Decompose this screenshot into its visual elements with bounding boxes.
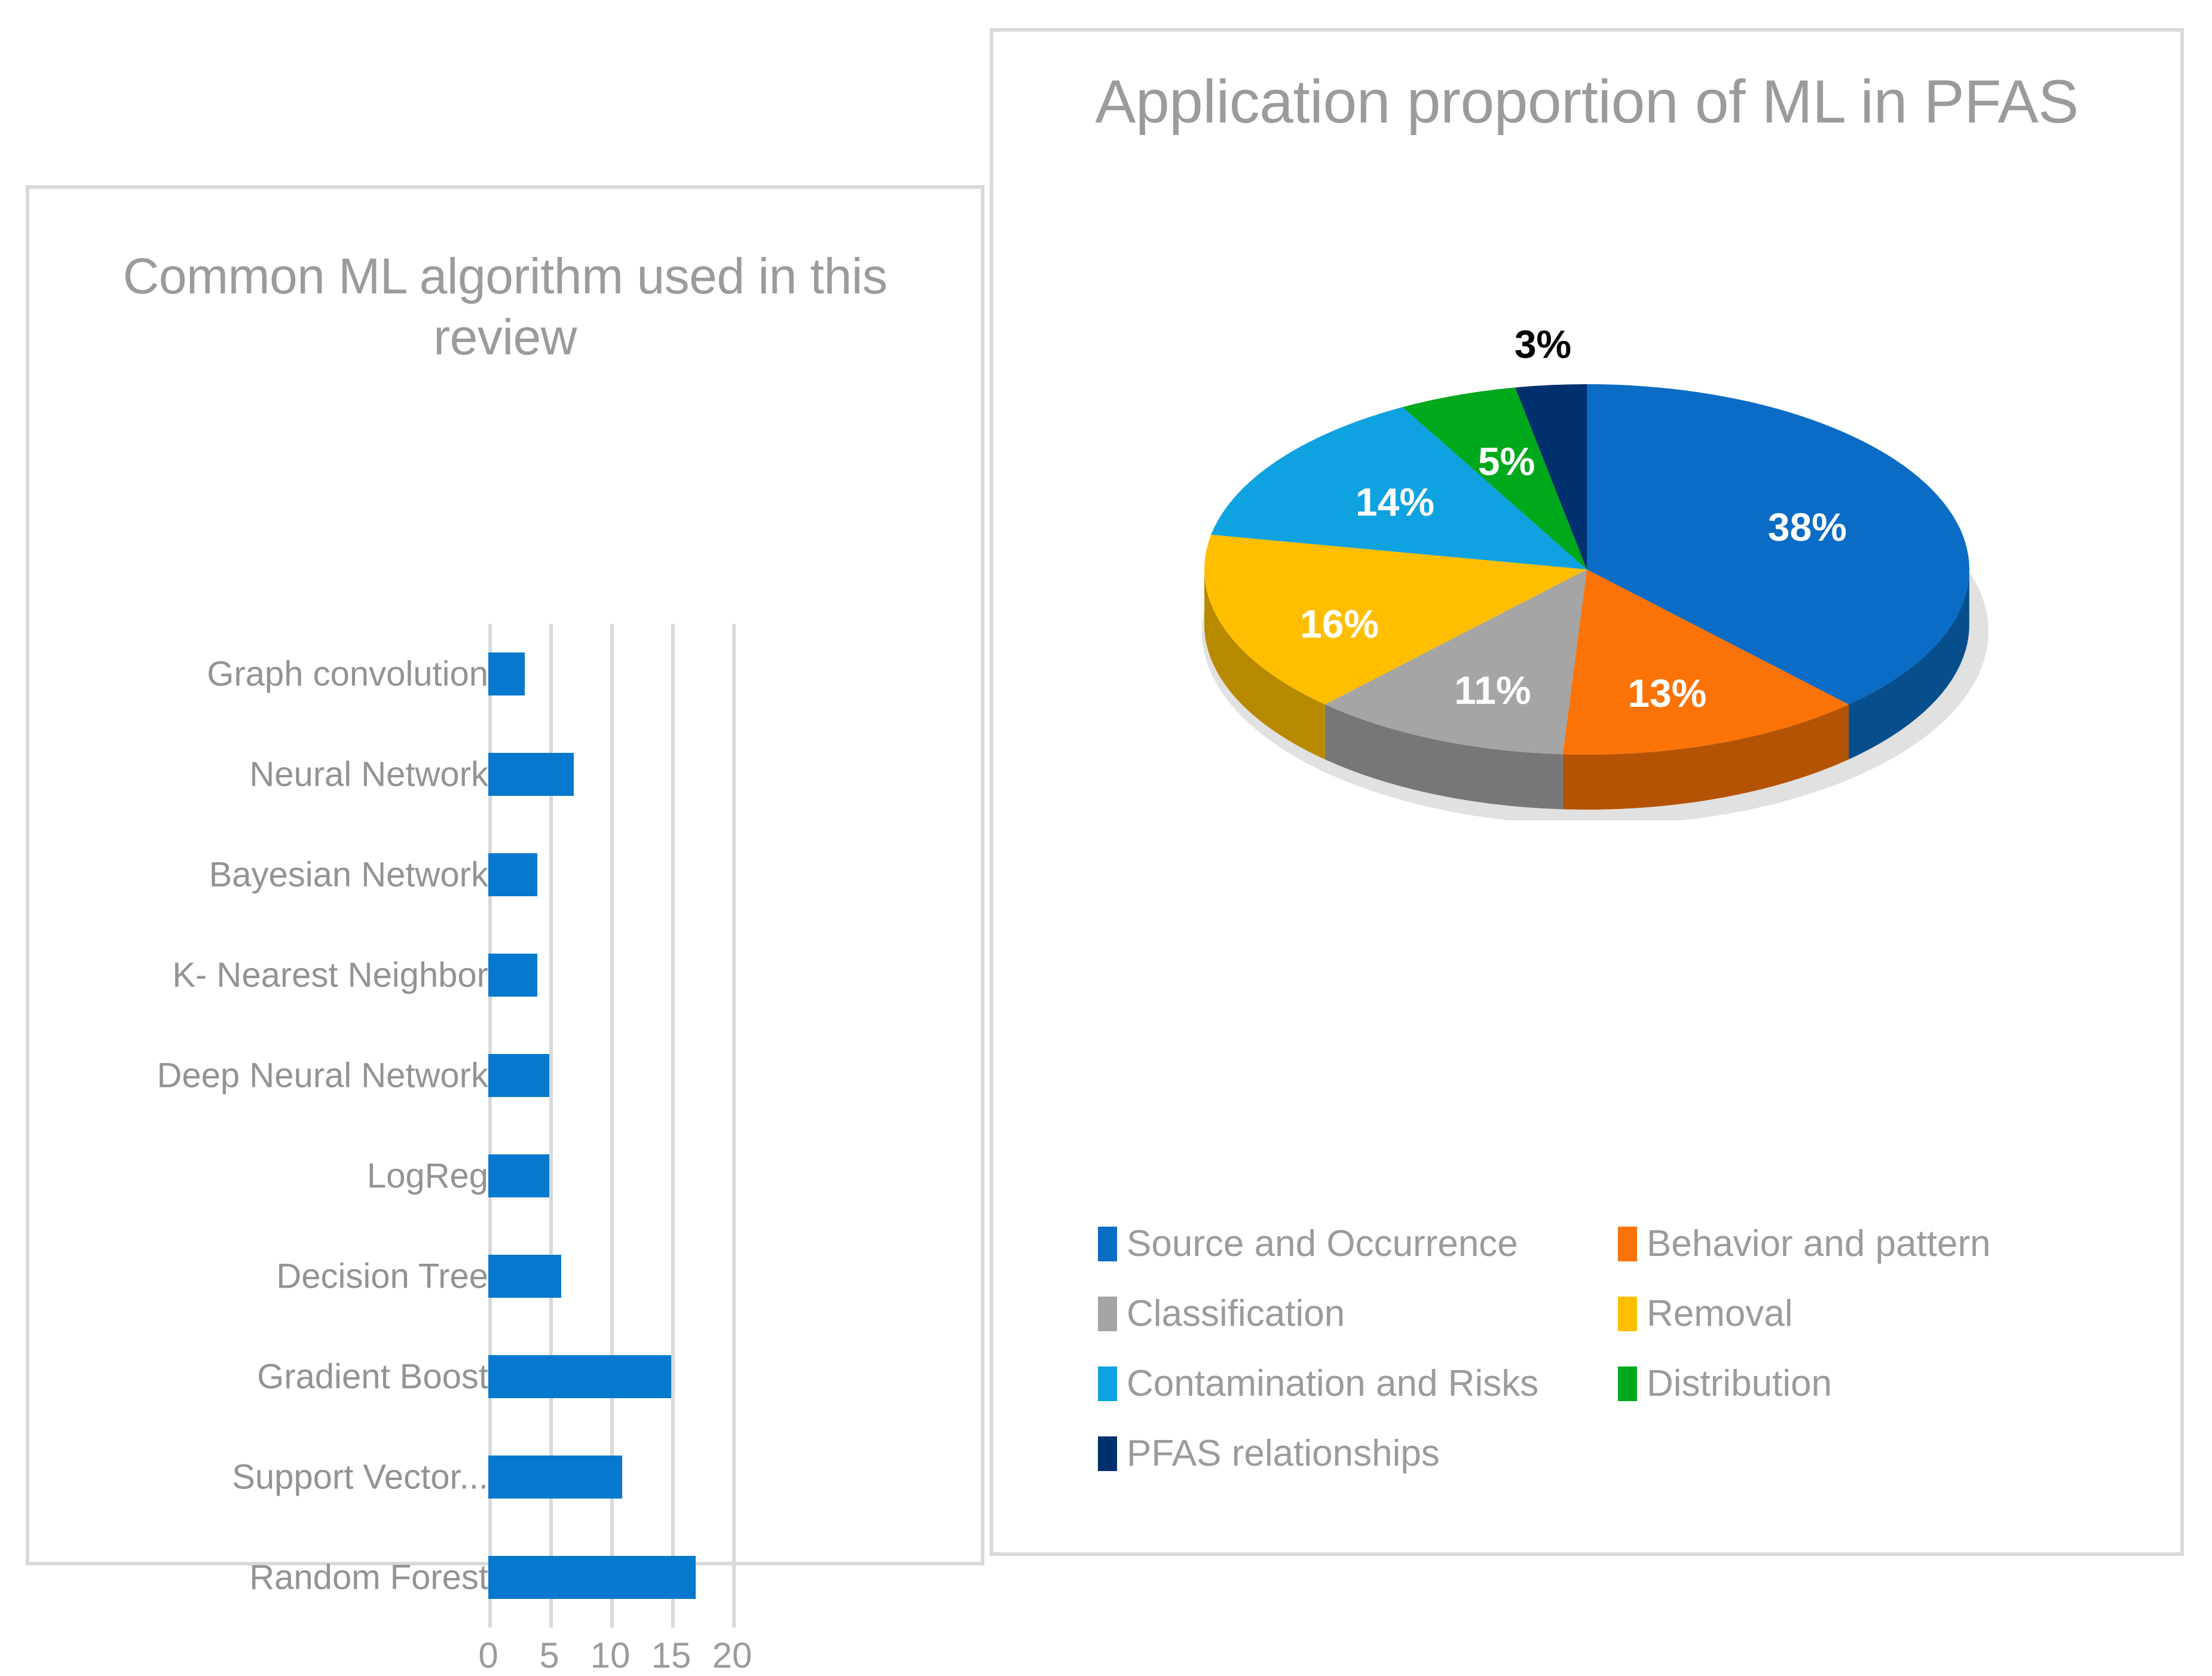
bar-value-rect [488,1556,696,1599]
bar-x-axis-tick-label: 15 [651,1635,692,1675]
legend-item[interactable]: Contamination and Risks [1098,1349,1618,1418]
pie-chart-panel: Application proportion of ML in PFAS 38%… [990,28,2184,1556]
pie-chart-legend: Source and Occurrence Behavior and patter… [1098,1209,2114,1488]
bar-chart-row: Random Forest [29,1556,981,1599]
bar-chart-plot-area: Graph convolution Neural Network Bayesian … [29,189,981,1675]
legend-item-label: Behavior and pattern [1647,1223,1991,1264]
bar-category-label: Neural Network [249,755,488,794]
bar-category-label: Support Vector... [232,1457,488,1497]
bar-category-label: LogReg [366,1156,488,1196]
legend-item[interactable]: Behavior and pattern [1618,1209,2114,1279]
legend-color-swatch-icon [1098,1436,1117,1471]
bar-category-label: Deep Neural Network [157,1056,488,1095]
pie-chart-svg [1202,384,1988,820]
bar-chart-row: K- Nearest Neighbor [29,954,981,997]
bar-x-axis-tick-label: 20 [712,1635,752,1675]
legend-item-label: PFAS relationships [1127,1433,1440,1474]
bar-category-label: Random Forest [249,1558,488,1597]
legend-item[interactable]: Removal [1618,1279,2114,1349]
bar-category-label: Bayesian Network [209,855,488,894]
legend-item[interactable]: Source and Occurrence [1098,1209,1618,1279]
bar-value-rect [488,1355,671,1398]
legend-item-label: Distribution [1647,1363,1832,1404]
legend-color-swatch-icon [1618,1226,1637,1261]
pie-slice-percent-label: 38% [1767,505,1847,550]
bar-value-rect [488,1154,549,1197]
legend-item-label: Source and Occurrence [1127,1223,1518,1264]
bar-chart-panel: Common ML algorithm used in this review … [26,185,984,1675]
legend-color-swatch-icon [1098,1366,1117,1401]
legend-item-label: Removal [1647,1293,1793,1334]
bar-value-rect [488,853,537,896]
legend-item[interactable]: Distribution [1618,1349,2114,1418]
legend-item-label: Classification [1127,1293,1345,1334]
pie-slice-percent-label: 14% [1355,480,1435,525]
bar-value-rect [488,1456,623,1499]
bar-category-label: Decision Tree [276,1257,488,1296]
bar-value-rect [488,1255,562,1298]
pie-slice-percent-label: 16% [1300,602,1379,646]
bar-chart-row: Gradient Boost [29,1355,981,1398]
bar-value-rect [488,652,525,695]
legend-color-swatch-icon [1098,1226,1117,1261]
pie-chart-plot-area: 38% 13% 11% 16% 14% 5% 3% [993,322,2180,964]
bar-chart-row: Support Vector... [29,1456,981,1499]
bar-chart-row: Bayesian Network [29,853,981,896]
bar-x-axis-tick-label: 10 [590,1635,631,1675]
bar-value-rect [488,753,574,796]
bar-category-label: Graph convolution [207,654,488,694]
bar-category-label: K- Nearest Neighbor [172,955,488,995]
pie-slice-percent-label: 11% [1454,668,1531,713]
bar-chart-row: Decision Tree [29,1255,981,1298]
bar-x-axis-tick-label: 5 [539,1635,559,1675]
legend-item[interactable]: PFAS relationships [1098,1418,1618,1488]
bar-chart-row: Graph convolution [29,652,981,695]
bar-value-rect [488,1054,549,1097]
bar-chart-row: Deep Neural Network [29,1054,981,1097]
pie-slice-percent-label: 5% [1477,439,1535,484]
legend-item[interactable]: Classification [1098,1279,1618,1349]
bar-chart-row: LogReg [29,1154,981,1197]
bar-value-rect [488,954,537,997]
legend-color-swatch-icon [1098,1296,1117,1331]
bar-category-label: Gradient Boost [257,1357,488,1396]
bar-chart-row: Neural Network [29,753,981,796]
pie-slice-percent-label: 13% [1627,670,1707,715]
legend-color-swatch-icon [1618,1296,1637,1331]
bar-x-axis-tick-label: 0 [478,1635,498,1675]
legend-item-label: Contamination and Risks [1127,1363,1539,1404]
pie-chart-title: Application proportion of ML in PFAS [1095,68,2079,136]
pie-slice-percent-label: 3% [1514,322,1572,367]
legend-color-swatch-icon [1618,1366,1637,1401]
